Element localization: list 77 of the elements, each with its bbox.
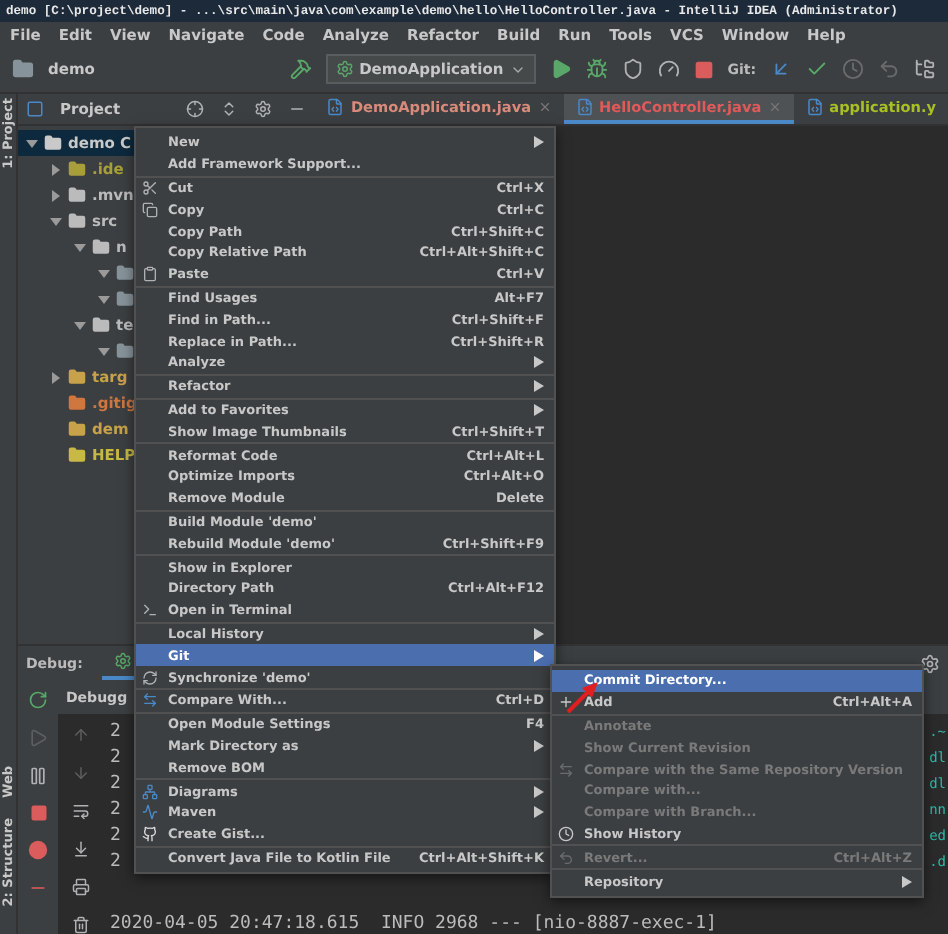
stop-icon: [693, 59, 714, 79]
folder-icon: [12, 58, 34, 80]
tree-toggle-icon[interactable]: [98, 345, 110, 357]
resume-icon: [28, 728, 48, 748]
folder-icon: [116, 290, 134, 308]
trash-icon: [71, 916, 89, 934]
clipboard-icon: [142, 266, 158, 283]
folder-tree-icon: [914, 58, 936, 80]
printer-icon: [71, 878, 89, 896]
tree-toggle-icon[interactable]: [50, 371, 62, 383]
tree-toggle-icon[interactable]: [50, 163, 62, 175]
up-icon: [71, 726, 89, 744]
console-text: 2: [110, 824, 121, 850]
panel-icon: [26, 100, 44, 118]
terminal-icon: [142, 602, 158, 619]
console-text: 2: [110, 772, 121, 798]
arrow-icon: [770, 58, 792, 80]
folder-icon: [116, 342, 134, 360]
file-icon: [805, 98, 824, 116]
folder-icon: [92, 316, 110, 334]
cat-icon: [142, 826, 158, 843]
refresh-icon: [142, 669, 158, 686]
folder-icon: [68, 394, 86, 412]
tree-toggle-icon[interactable]: [98, 267, 110, 279]
console-text: 2: [110, 720, 121, 746]
stop-icon: [29, 804, 47, 822]
close-icon: [767, 100, 782, 114]
console-text: 2: [110, 746, 121, 772]
tree-toggle-icon[interactable]: [50, 189, 62, 201]
folder-icon: [68, 368, 86, 386]
settings-icon: [254, 100, 273, 118]
console-text: 2: [110, 798, 121, 824]
gauge-icon: [657, 58, 680, 80]
rerun-icon: [28, 690, 48, 710]
tree-toggle-icon[interactable]: [74, 319, 86, 331]
gear-icon: [114, 652, 133, 670]
folder-icon: [116, 264, 134, 282]
plus-icon: [558, 694, 574, 711]
tree-toggle-icon[interactable]: [26, 137, 38, 149]
shield-icon: [621, 58, 644, 80]
console-line: 2020-04-05 20:47:18.615 INFO 2968 --- [nio-8887-exec-1]: [110, 914, 719, 934]
settings-icon: [920, 653, 940, 673]
bug-icon: [585, 58, 608, 80]
file-icon: [326, 98, 345, 116]
wrap-icon: [71, 802, 89, 820]
tree-toggle-icon[interactable]: [98, 293, 110, 305]
play-icon: [549, 58, 572, 80]
clock-icon: [842, 58, 864, 80]
clock-icon: [558, 825, 574, 842]
compare-icon: [558, 761, 574, 778]
pause-icon: [28, 766, 48, 786]
collapse-icon: [220, 100, 239, 118]
tree-toggle-icon[interactable]: [74, 241, 86, 253]
scroll-end-icon: [71, 840, 89, 858]
close-icon: [537, 100, 552, 114]
copy-icon: [142, 201, 158, 218]
zigzag-icon: [142, 804, 158, 821]
crosshair-icon: [186, 100, 205, 118]
folder-icon: [68, 186, 86, 204]
scissors-icon: [142, 179, 158, 196]
folder-icon: [68, 160, 86, 178]
undo-icon: [558, 849, 574, 866]
console-text: 2: [110, 850, 121, 876]
hammer-icon: [289, 58, 312, 80]
folder-icon: [68, 212, 86, 230]
gear-icon: [335, 60, 354, 78]
tree-toggle-icon[interactable]: [50, 215, 62, 227]
compare-icon: [142, 692, 158, 709]
diagram-icon: [142, 783, 158, 799]
folder-icon: [68, 446, 86, 464]
check-icon: [806, 58, 828, 80]
folder-icon: [44, 134, 62, 152]
undo-icon: [878, 58, 900, 80]
file-icon: [575, 98, 594, 116]
down-icon: [71, 764, 89, 782]
folder-icon: [68, 420, 86, 438]
folder-icon: [92, 238, 110, 256]
